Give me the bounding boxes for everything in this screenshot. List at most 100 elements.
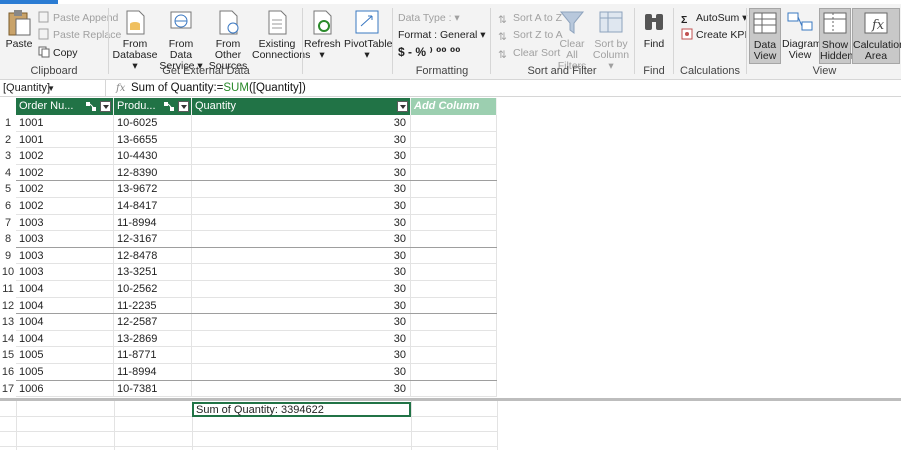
row-number[interactable]: 15: [0, 347, 16, 364]
add-column-cell[interactable]: [411, 314, 497, 331]
table-cell-qty[interactable]: 30: [192, 364, 411, 381]
clear-all-filters-button[interactable]: Clear All Filters: [554, 8, 590, 72]
table-cell-order[interactable]: 1005: [16, 347, 114, 364]
table-cell-order[interactable]: 1004: [16, 297, 114, 315]
table-cell-order[interactable]: 1002: [16, 148, 114, 165]
autosum-button[interactable]: Σ AutoSum ▾: [681, 10, 747, 26]
table-cell-qty[interactable]: 30: [192, 247, 411, 265]
add-column-cell[interactable]: [411, 148, 497, 165]
sort-by-column-button[interactable]: Sort by Column ▾: [592, 8, 630, 72]
existing-connections-button[interactable]: Existing Connections: [252, 8, 310, 61]
row-number[interactable]: 3: [0, 148, 16, 165]
table-cell-product[interactable]: 10-4430: [114, 148, 192, 165]
from-other-sources-button[interactable]: From Other Sources: [204, 8, 252, 72]
table-cell-product[interactable]: 13-9672: [114, 181, 192, 198]
table-cell-order[interactable]: 1001: [16, 131, 114, 149]
table-cell-qty[interactable]: 30: [192, 264, 411, 281]
table-cell-order[interactable]: 1003: [16, 214, 114, 232]
table-cell-order[interactable]: 1006: [16, 380, 114, 398]
table-cell-order[interactable]: 1005: [16, 364, 114, 381]
table-cell-order[interactable]: 1004: [16, 330, 114, 348]
table-cell-product[interactable]: 10-6025: [114, 115, 192, 132]
data-view-button[interactable]: Data View: [749, 8, 781, 64]
table-cell-product[interactable]: 12-8390: [114, 164, 192, 182]
column-header-order-number[interactable]: Order Nu...: [16, 98, 114, 115]
row-number[interactable]: 13: [0, 314, 16, 331]
table-cell-qty[interactable]: 30: [192, 181, 411, 198]
table-cell-product[interactable]: 11-8771: [114, 347, 192, 364]
table-cell-product[interactable]: 12-3167: [114, 231, 192, 248]
table-cell-order[interactable]: 1001: [16, 115, 114, 132]
add-column-cell[interactable]: [411, 214, 497, 232]
table-cell-order[interactable]: 1004: [16, 281, 114, 298]
table-cell-product[interactable]: 11-8994: [114, 364, 192, 381]
calculation-area-divider[interactable]: [0, 398, 901, 402]
data-type-dropdown[interactable]: Data Type : ▾: [398, 10, 460, 26]
row-number[interactable]: 17: [0, 381, 16, 398]
add-column-cell[interactable]: [411, 247, 497, 265]
table-cell-product[interactable]: 10-7381: [114, 380, 192, 398]
add-column-cell[interactable]: [411, 264, 497, 281]
paste-button[interactable]: Paste: [4, 8, 34, 50]
from-database-button[interactable]: From Database ▾: [112, 8, 158, 72]
row-number[interactable]: 14: [0, 331, 16, 348]
number-format-buttons[interactable]: $ - % ⁾ ⁰⁰ ⁰⁰: [398, 44, 461, 60]
find-button[interactable]: Find: [638, 8, 670, 50]
table-cell-order[interactable]: 1003: [16, 264, 114, 281]
table-cell-qty[interactable]: 30: [192, 297, 411, 315]
table-cell-qty[interactable]: 30: [192, 281, 411, 298]
table-cell-order[interactable]: 1002: [16, 198, 114, 215]
table-cell-product[interactable]: 12-8478: [114, 247, 192, 265]
measure-cell[interactable]: Sum of Quantity: 3394622: [192, 402, 411, 418]
pivottable-button[interactable]: PivotTable ▾: [344, 8, 392, 61]
row-number[interactable]: 1: [0, 115, 16, 132]
filter-dropdown-icon[interactable]: [397, 101, 408, 112]
table-cell-qty[interactable]: 30: [192, 148, 411, 165]
table-cell-qty[interactable]: 30: [192, 330, 411, 348]
add-column-cell[interactable]: [411, 198, 497, 215]
table-cell-product[interactable]: 12-2587: [114, 314, 192, 331]
add-column-cell[interactable]: [411, 297, 497, 315]
add-column-header[interactable]: Add Column: [411, 98, 497, 115]
copy-button[interactable]: Copy: [38, 45, 78, 61]
add-column-cell[interactable]: [411, 131, 497, 149]
row-number[interactable]: 2: [0, 132, 16, 149]
row-number[interactable]: 11: [0, 281, 16, 298]
row-number[interactable]: 10: [0, 264, 16, 281]
create-kpi-button[interactable]: Create KPI: [681, 27, 747, 43]
table-cell-qty[interactable]: 30: [192, 214, 411, 232]
row-number[interactable]: 5: [0, 181, 16, 198]
clear-sort-button[interactable]: ⇅ Clear Sort: [498, 45, 560, 61]
row-number[interactable]: 9: [0, 248, 16, 265]
table-cell-qty[interactable]: 30: [192, 380, 411, 398]
table-cell-qty[interactable]: 30: [192, 347, 411, 364]
table-cell-product[interactable]: 13-6655: [114, 131, 192, 149]
table-cell-product[interactable]: 14-8417: [114, 198, 192, 215]
diagram-view-button[interactable]: Diagram View: [782, 8, 822, 61]
calculation-area-button[interactable]: fx Calculation Area: [852, 8, 901, 64]
table-cell-qty[interactable]: 30: [192, 115, 411, 132]
table-cell-order[interactable]: 1004: [16, 314, 114, 331]
add-column-cell[interactable]: [411, 364, 497, 381]
table-cell-order[interactable]: 1003: [16, 231, 114, 248]
column-header-quantity[interactable]: Quantity: [192, 98, 411, 115]
row-number[interactable]: 6: [0, 198, 16, 215]
from-data-service-button[interactable]: From Data Service ▾: [158, 8, 204, 72]
table-cell-product[interactable]: 13-3251: [114, 264, 192, 281]
add-column-cell[interactable]: [411, 231, 497, 248]
table-cell-order[interactable]: 1002: [16, 164, 114, 182]
formula-input[interactable]: Sum of Quantity:=SUM([Quantity]): [131, 80, 306, 97]
add-column-cell[interactable]: [411, 115, 497, 132]
filter-dropdown-icon[interactable]: [178, 101, 189, 112]
sort-z-to-a-button[interactable]: ⇅ Sort Z to A: [498, 27, 563, 43]
row-number[interactable]: 7: [0, 215, 16, 232]
format-dropdown[interactable]: Format : General ▾: [398, 27, 486, 43]
table-cell-qty[interactable]: 30: [192, 198, 411, 215]
row-number[interactable]: 8: [0, 231, 16, 248]
table-cell-order[interactable]: 1003: [16, 247, 114, 265]
chevron-down-icon[interactable]: ▼: [47, 80, 55, 97]
row-number[interactable]: 4: [0, 165, 16, 182]
table-cell-product[interactable]: 11-2235: [114, 297, 192, 315]
table-cell-qty[interactable]: 30: [192, 164, 411, 182]
table-cell-qty[interactable]: 30: [192, 131, 411, 149]
